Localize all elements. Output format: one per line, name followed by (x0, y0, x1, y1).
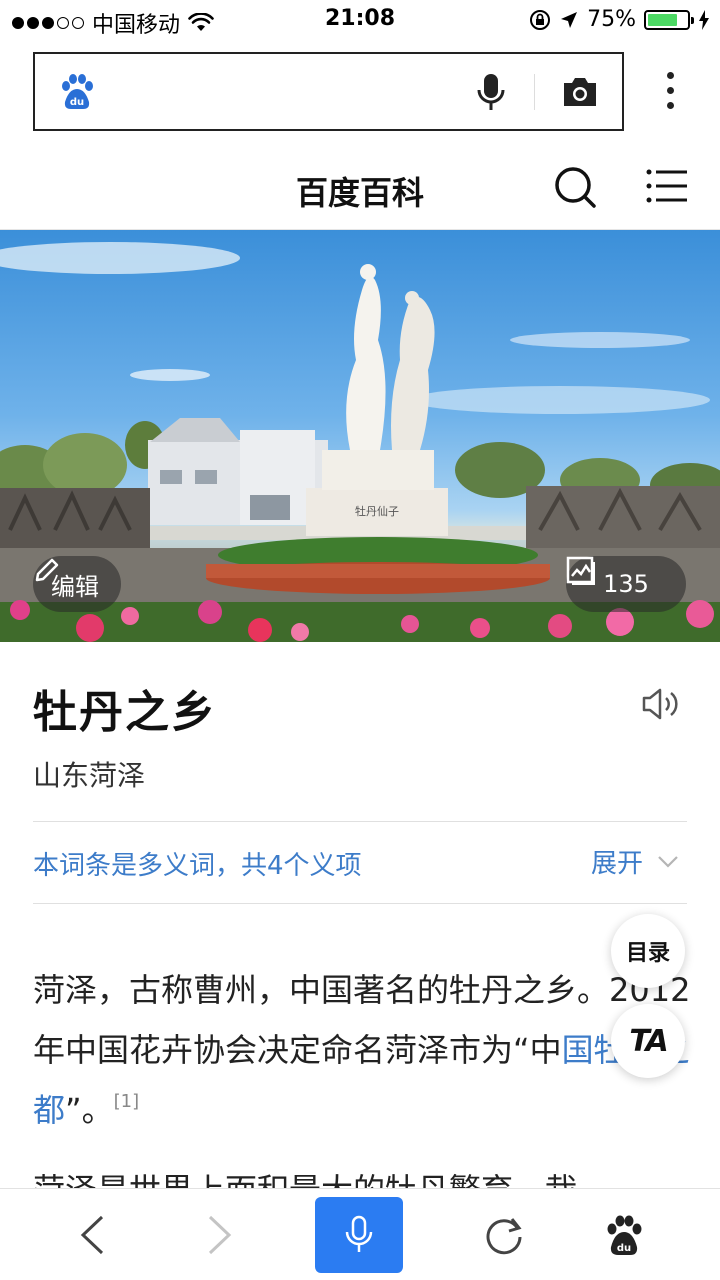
chevron-down-icon (658, 855, 678, 868)
table-of-contents-button[interactable]: 目录 (611, 914, 685, 988)
search-icon[interactable] (554, 166, 596, 208)
speaker-icon[interactable] (640, 686, 684, 722)
expand-button[interactable]: 展开 (591, 843, 679, 880)
divider (33, 821, 687, 822)
summary-paragraph: 菏泽，古称曹州，中国著名的牡丹之乡。2012年中国花卉协会决定命名菏泽市为“中国… (33, 960, 693, 1140)
orientation-lock-icon (530, 9, 551, 30)
expand-label: 展开 (591, 849, 644, 879)
microphone-icon[interactable] (475, 72, 507, 112)
more-vertical-icon[interactable] (660, 72, 680, 112)
charging-bolt-icon (699, 9, 709, 30)
battery-icon (644, 9, 694, 30)
polysemy-note[interactable]: 本词条是多义词，共4个义项 (33, 845, 362, 882)
forward-arrow-icon[interactable] (206, 1215, 234, 1255)
microphone-icon (345, 1215, 373, 1252)
page-title: 百度百科 (295, 174, 424, 212)
entry-subtitle: 山东菏泽 (33, 759, 146, 792)
menu-icon[interactable] (645, 168, 689, 204)
baidu-home-text: du (617, 1243, 631, 1254)
baike-header: 百度百科 (0, 148, 720, 230)
photo-count: 135 (603, 570, 649, 598)
citation-link[interactable]: [1] (114, 1091, 140, 1112)
location-arrow-icon (561, 11, 578, 28)
hero-image[interactable]: 牡丹仙子 编辑 135 (0, 230, 720, 642)
battery-percent: 75% (587, 7, 636, 32)
search-box[interactable]: du (33, 52, 624, 131)
baidu-paw-icon[interactable]: du (57, 72, 97, 112)
refresh-icon[interactable] (484, 1215, 524, 1255)
ta-button[interactable]: TA (611, 1004, 685, 1078)
edit-button[interactable]: 编辑 (33, 556, 121, 612)
status-bar: 中国移动 21:08 75% (0, 0, 720, 40)
battery-fill (648, 13, 677, 26)
voice-search-button[interactable] (315, 1197, 403, 1273)
baidu-home-icon[interactable]: du (602, 1213, 646, 1257)
gallery-button[interactable]: 135 (566, 556, 686, 612)
bottom-nav-bar: du (0, 1188, 720, 1280)
gallery-icon (566, 556, 595, 585)
entry-title: 牡丹之乡 (33, 687, 217, 738)
next-paragraph-partial: 菏泽是世界上面积最大的牡丹繁育、栽 (33, 1160, 577, 1188)
baidu-logo-text: du (70, 97, 84, 108)
camera-icon[interactable] (561, 74, 599, 110)
pencil-icon (35, 558, 59, 582)
back-arrow-icon[interactable] (78, 1215, 106, 1255)
paragraph-text-end: ”。 (65, 1091, 114, 1129)
search-divider (534, 74, 535, 110)
statue-plaque-text: 牡丹仙子 (355, 504, 399, 518)
status-right: 75% (529, 7, 710, 32)
divider (33, 903, 687, 904)
